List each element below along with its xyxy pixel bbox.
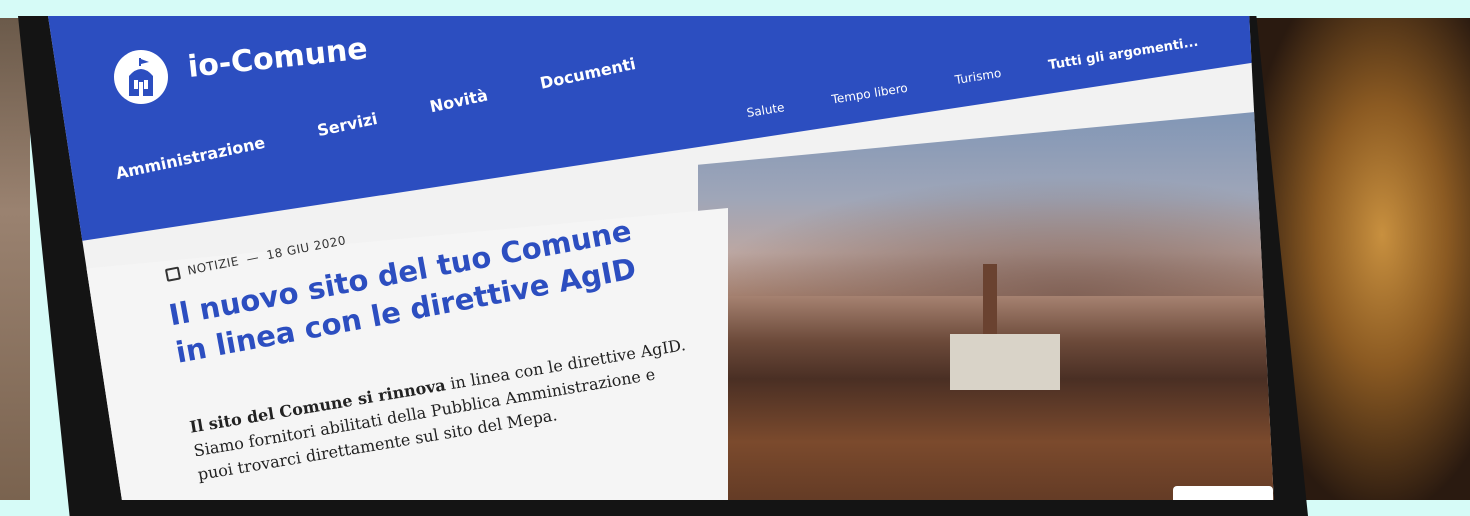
hero-image-church	[950, 334, 1060, 390]
site-logo[interactable]	[114, 50, 168, 104]
desk-background-left	[0, 18, 30, 500]
hero-image-caption-box	[1173, 486, 1273, 500]
meta-separator: —	[245, 250, 261, 267]
tablet-screen: io-Comune Amministrazione Servizi Novità…	[48, 16, 1274, 500]
town-hall-icon	[129, 58, 153, 96]
calendar-icon	[164, 265, 181, 282]
